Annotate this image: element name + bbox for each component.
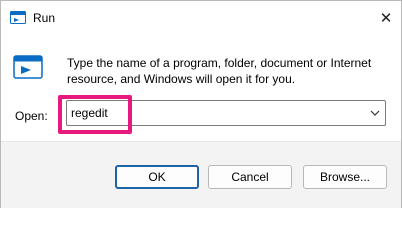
title-bar[interactable]: Run ✕: [1, 1, 401, 35]
button-bar: OK Cancel Browse...: [1, 141, 401, 208]
run-icon: [13, 55, 43, 79]
dialog-body: Type the name of a program, folder, docu…: [1, 35, 401, 135]
chevron-down-icon[interactable]: [369, 107, 381, 119]
browse-button[interactable]: Browse...: [303, 165, 387, 189]
close-button[interactable]: ✕: [375, 7, 397, 29]
ok-button[interactable]: OK: [115, 165, 199, 189]
open-combobox[interactable]: [66, 100, 386, 126]
open-label: Open:: [15, 109, 48, 123]
run-dialog: Run ✕ Type the name of a program, folder…: [0, 0, 402, 208]
text-caret: [129, 104, 130, 122]
description-text: Type the name of a program, folder, docu…: [67, 56, 372, 86]
cancel-button[interactable]: Cancel: [208, 165, 292, 189]
open-input[interactable]: [71, 105, 351, 121]
run-icon: [10, 11, 26, 24]
window-title: Run: [33, 11, 56, 25]
close-icon: ✕: [379, 10, 393, 27]
